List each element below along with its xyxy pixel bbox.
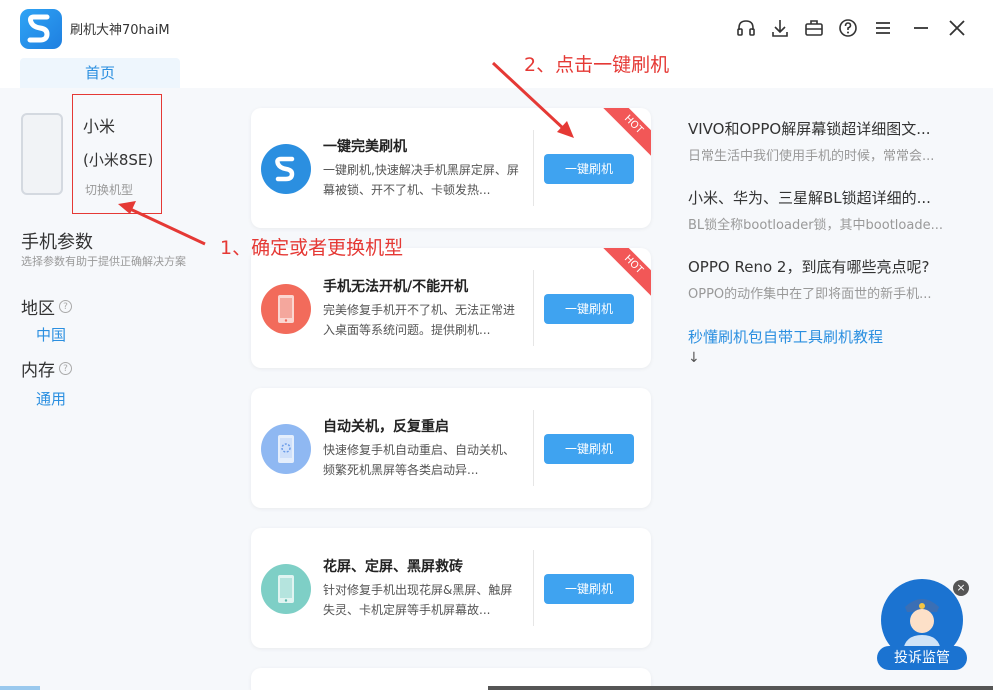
menu-icon[interactable]: [872, 17, 894, 39]
one-click-flash-button[interactable]: 一键刷机: [544, 434, 634, 464]
card-desc: 快速修复手机自动重启、自动关机、频繁死机黑屏等各类启动异...: [323, 443, 516, 477]
news-title[interactable]: 小米、华为、三星解BL锁超详细的...: [688, 187, 958, 208]
phone-icon: [21, 113, 63, 195]
card-screen-rescue: 花屏、定屏、黑屏救砖 针对修复手机出现花屏&黑屏、触屏失灵、卡机定屏等手机屏幕故…: [251, 528, 651, 648]
memory-value[interactable]: 通用: [36, 388, 66, 409]
annotation-step1: 1、确定或者更换机型: [220, 237, 404, 259]
card-desc: 一键刷机,快速解决手机黑屏定屏、屏幕被锁、开不了机、卡顿发热...: [323, 163, 519, 197]
tab-home[interactable]: 首页: [20, 58, 180, 88]
tutorial-link[interactable]: 秒懂刷机包自带工具刷机教程: [688, 326, 883, 347]
device-name: 小米: [83, 117, 116, 136]
toolbox-icon[interactable]: [803, 17, 825, 39]
news-summary: OPPO的动作集中在了即将面世的新手机...: [688, 287, 932, 302]
memory-label-text: 内存: [21, 361, 55, 381]
one-click-flash-button[interactable]: 一键刷机: [544, 294, 634, 324]
phone-power-icon: [261, 284, 311, 334]
card-title: 手机无法开机/不能开机: [323, 279, 469, 295]
hot-badge: HOT: [598, 248, 651, 300]
memory-label: 内存 ?: [21, 356, 72, 381]
phone-loading-icon: [261, 424, 311, 474]
params-title: 手机参数: [21, 232, 93, 253]
help-icon[interactable]: [837, 17, 859, 39]
complaint-widget[interactable]: 投诉监管: [877, 577, 967, 673]
card-auto-shutdown: 自动关机，反复重启 快速修复手机自动重启、自动关机、频繁死机黑屏等各类启动异..…: [251, 388, 651, 508]
headset-icon[interactable]: [735, 17, 757, 39]
card-divider: [533, 270, 534, 346]
taskbar-strip: [0, 686, 40, 690]
card-perfect-flash: 一键完美刷机 一键刷机,快速解决手机黑屏定屏、屏幕被锁、开不了机、卡顿发热...…: [251, 108, 651, 228]
region-label-text: 地区: [21, 299, 55, 319]
card-title: 花屏、定屏、黑屏救砖: [323, 559, 463, 575]
minimize-icon[interactable]: [910, 17, 932, 39]
news-title[interactable]: OPPO Reno 2，到底有哪些亮点呢?: [688, 256, 958, 277]
complaint-label[interactable]: 投诉监管: [877, 646, 967, 670]
card-divider: [533, 130, 534, 206]
one-click-flash-button[interactable]: 一键刷机: [544, 574, 634, 604]
news-item[interactable]: VIVO和OPPO解屏幕锁超详细图文... 日常生活中我们使用手机的时候，常常会…: [688, 118, 958, 164]
hot-badge: HOT: [598, 108, 651, 160]
close-icon[interactable]: [946, 17, 968, 39]
app-logo: [20, 9, 62, 49]
app-title: 刷机大神70haiM: [70, 23, 170, 38]
news-item[interactable]: OPPO Reno 2，到底有哪些亮点呢? OPPO的动作集中在了即将面世的新手…: [688, 256, 958, 302]
one-click-flash-button[interactable]: 一键刷机: [544, 154, 634, 184]
tab-bar: 首页: [0, 58, 993, 88]
news-summary: 日常生活中我们使用手机的时候，常常会...: [688, 149, 935, 164]
card-divider: [533, 550, 534, 626]
taskbar-strip: [488, 686, 993, 690]
region-help-icon[interactable]: ?: [59, 300, 72, 313]
memory-help-icon[interactable]: ?: [59, 362, 72, 375]
device-model: (小米8SE): [83, 151, 154, 169]
card-divider: [533, 410, 534, 486]
region-value[interactable]: 中国: [36, 324, 66, 345]
title-bar: 刷机大神70haiM: [0, 0, 993, 58]
params-hint: 选择参数有助于提供正确解决方案: [21, 255, 186, 268]
lightning-s-icon: [261, 144, 311, 194]
annotation-step2: 2、点击一键刷机: [524, 54, 670, 76]
card-cannot-boot: 手机无法开机/不能开机 完美修复手机开不了机、无法正常进入桌面等系统问题。提供刷…: [251, 248, 651, 368]
news-summary: BL锁全称bootloader锁，其中bootloade...: [688, 218, 943, 233]
card-title: 一键完美刷机: [323, 139, 407, 155]
phone-screen-icon: [261, 564, 311, 614]
region-label: 地区 ?: [21, 294, 72, 319]
complaint-close-button[interactable]: ×: [953, 580, 969, 596]
down-arrow-icon: ↓: [688, 350, 700, 366]
news-item[interactable]: 小米、华为、三星解BL锁超详细的... BL锁全称bootloader锁，其中b…: [688, 187, 958, 233]
card-desc: 完美修复手机开不了机、无法正常进入桌面等系统问题。提供刷机...: [323, 303, 516, 337]
download-icon[interactable]: [769, 17, 791, 39]
card-title: 自动关机，反复重启: [323, 419, 449, 435]
news-title[interactable]: VIVO和OPPO解屏幕锁超详细图文...: [688, 118, 958, 139]
switch-model-link[interactable]: 切换机型: [85, 181, 133, 198]
card-desc: 针对修复手机出现花屏&黑屏、触屏失灵、卡机定屏等手机屏幕故...: [323, 583, 513, 617]
